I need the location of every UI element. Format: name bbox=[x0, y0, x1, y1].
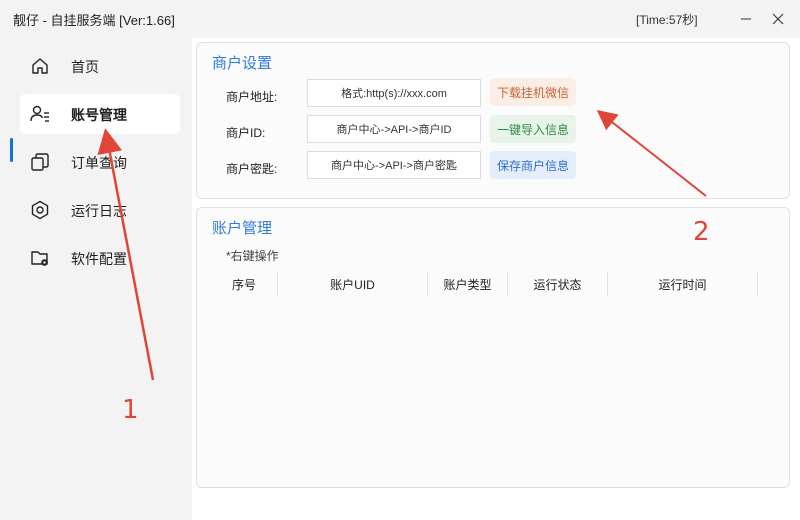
column-header-uid[interactable]: 账户UID bbox=[278, 270, 427, 298]
app-window: 靓仔 - 自挂服务端 [Ver:1.66] [Time:57秒] 首页 账号管理… bbox=[0, 0, 800, 520]
main-content: 商户设置 商户地址: 商户ID: 商户密匙: 下载挂机微信 一键导入信息 保存商… bbox=[192, 38, 800, 520]
sidebar-item-home[interactable]: 首页 bbox=[20, 46, 180, 86]
import-info-button[interactable]: 一键导入信息 bbox=[490, 115, 576, 143]
merchant-url-input[interactable] bbox=[307, 79, 481, 107]
folder-gear-icon bbox=[31, 251, 48, 266]
sidebar-item-orders[interactable]: 订单查询 bbox=[20, 142, 180, 182]
minimize-button[interactable] bbox=[731, 4, 761, 34]
user-list-icon bbox=[30, 105, 49, 122]
sidebar-item-label: 运行日志 bbox=[71, 203, 127, 219]
column-header-status[interactable]: 运行状态 bbox=[508, 270, 607, 298]
sidebar-item-label: 软件配置 bbox=[71, 251, 127, 267]
sidebar-item-label: 订单查询 bbox=[71, 155, 127, 171]
merchant-settings-card: 商户设置 商户地址: 商户ID: 商户密匙: 下载挂机微信 一键导入信息 保存商… bbox=[196, 42, 790, 199]
account-management-title: 账户管理 bbox=[212, 220, 273, 237]
sidebar-item-accounts[interactable]: 账号管理 bbox=[20, 94, 180, 134]
merchant-url-label: 商户地址: bbox=[226, 90, 278, 104]
column-header-type[interactable]: 账户类型 bbox=[428, 270, 507, 298]
column-header-runtime[interactable]: 运行时间 bbox=[608, 270, 757, 298]
hexagon-icon bbox=[31, 200, 49, 220]
annotation-label-1: 1 bbox=[122, 395, 139, 425]
merchant-key-label: 商户密匙: bbox=[226, 162, 278, 176]
merchant-id-label: 商户ID: bbox=[226, 126, 266, 140]
sidebar-item-label: 账号管理 bbox=[71, 107, 127, 123]
sidebar-item-logs[interactable]: 运行日志 bbox=[20, 190, 180, 230]
active-indicator bbox=[10, 138, 13, 162]
sidebar-item-settings[interactable]: 软件配置 bbox=[20, 238, 180, 278]
copy-icon bbox=[31, 153, 49, 171]
right-click-hint: *右键操作 bbox=[226, 249, 279, 263]
window-title: 靓仔 - 自挂服务端 [Ver:1.66] bbox=[13, 13, 175, 28]
title-bar: 靓仔 - 自挂服务端 [Ver:1.66] [Time:57秒] bbox=[0, 0, 800, 38]
sidebar: 首页 账号管理 订单查询 运行日志 软件配置 bbox=[0, 38, 192, 520]
time-counter: [Time:57秒] bbox=[636, 13, 698, 27]
column-header-index[interactable]: 序号 bbox=[211, 270, 277, 298]
download-wechat-button[interactable]: 下载挂机微信 bbox=[490, 78, 576, 106]
merchant-settings-title: 商户设置 bbox=[212, 55, 273, 72]
sidebar-item-label: 首页 bbox=[71, 59, 99, 75]
column-divider bbox=[757, 272, 758, 296]
annotation-label-2: 2 bbox=[693, 217, 710, 247]
close-icon bbox=[772, 13, 784, 25]
account-table-header: 序号 账户UID 账户类型 运行状态 运行时间 bbox=[211, 270, 777, 298]
merchant-key-input[interactable] bbox=[307, 151, 481, 179]
home-icon bbox=[32, 58, 48, 74]
minimize-icon bbox=[741, 18, 751, 20]
close-button[interactable] bbox=[763, 4, 793, 34]
account-management-card: 账户管理 *右键操作 序号 账户UID 账户类型 运行状态 运行时间 bbox=[196, 207, 790, 488]
save-merchant-button[interactable]: 保存商户信息 bbox=[490, 151, 576, 179]
merchant-id-input[interactable] bbox=[307, 115, 481, 143]
